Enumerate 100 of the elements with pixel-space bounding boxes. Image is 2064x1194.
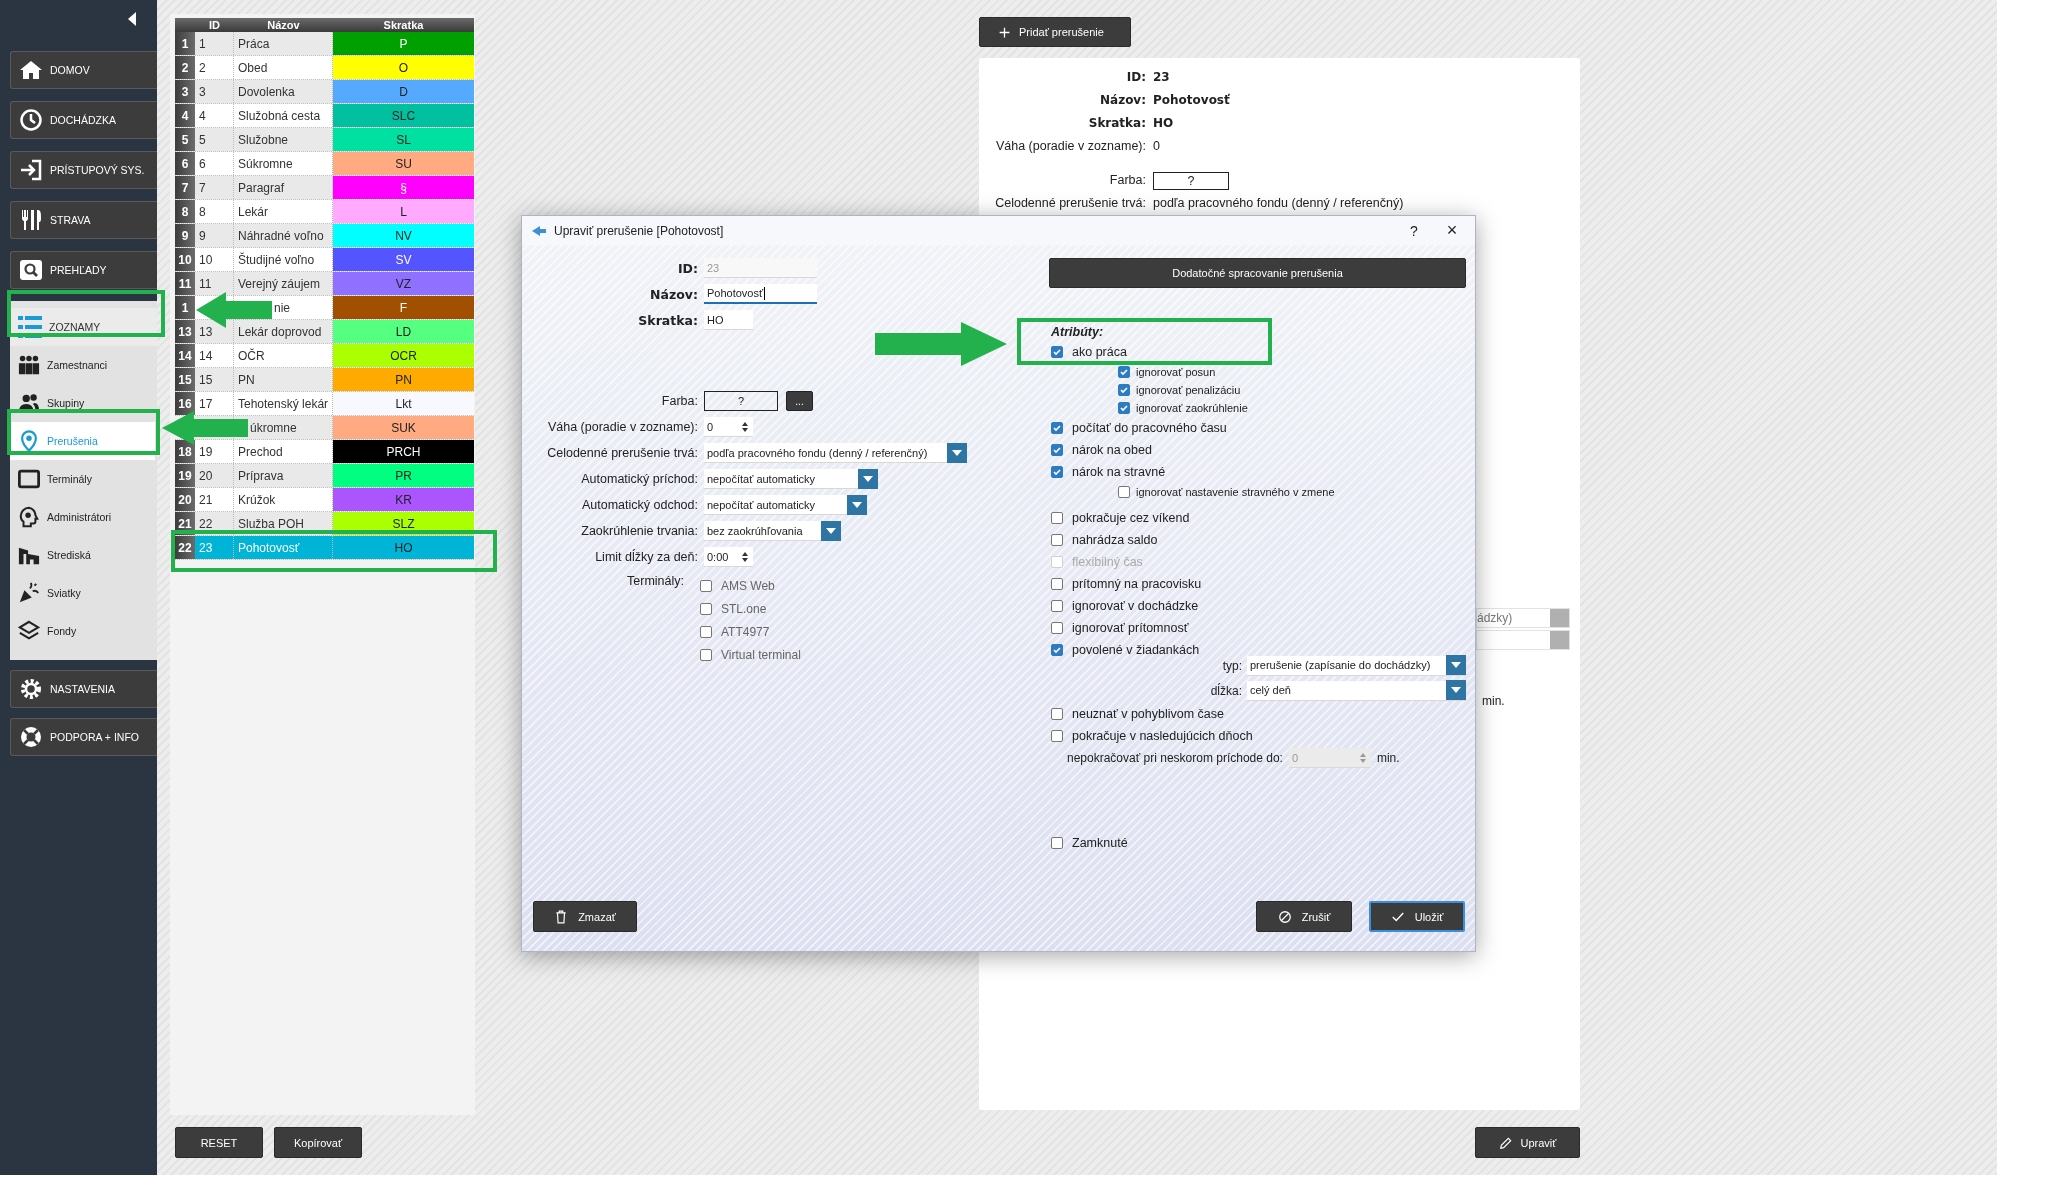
row-number: 15 <box>175 368 195 391</box>
dropdown-arrow-icon[interactable] <box>1451 662 1461 668</box>
checkbox[interactable] <box>1118 366 1130 378</box>
checkbox[interactable] <box>1051 600 1063 612</box>
text-field[interactable]: Pohotovosť <box>704 284 817 304</box>
spin-arrows-icon[interactable] <box>741 420 749 433</box>
action-button[interactable]: RESET <box>175 1127 263 1158</box>
code-cell: SUK <box>333 416 474 439</box>
checkbox[interactable] <box>1051 730 1063 742</box>
people-icon <box>18 354 40 376</box>
select-field[interactable]: prerušenie (zapísanie do dochádzky) <box>1247 655 1466 676</box>
select-field[interactable]: nepočítať automaticky <box>704 495 867 515</box>
color-swatch: ? <box>1153 171 1229 190</box>
dialog-button[interactable]: Zrušiť <box>1256 901 1352 932</box>
dropdown-arrow-icon[interactable] <box>826 527 836 534</box>
submenu-item[interactable]: Strediská <box>10 536 157 574</box>
help-button[interactable]: ? <box>1399 218 1429 243</box>
dialog-button[interactable]: Zmazať <box>533 901 637 932</box>
table-cell: 22 <box>199 516 213 531</box>
select-field[interactable]: podľa pracovného fondu (denný / referenčný) <box>704 443 967 463</box>
extra-button[interactable]: Dodatočné spracovanie prerušenia <box>1049 258 1466 288</box>
checkbox[interactable] <box>1051 466 1063 478</box>
dropdown-arrow-icon[interactable] <box>952 449 962 456</box>
action-button[interactable]: Kopírovať <box>274 1127 362 1158</box>
table-cell: 9 <box>199 228 206 243</box>
code-cell: HO <box>333 536 474 559</box>
plus-icon <box>998 25 1011 39</box>
column-header[interactable]: Názov <box>234 18 333 32</box>
checkbox[interactable] <box>1118 486 1130 498</box>
submenu-item[interactable]: Sviatky <box>10 574 157 612</box>
nav-button[interactable]: DOMOV <box>10 51 157 89</box>
nav-button[interactable]: STRAVA <box>10 201 157 239</box>
text-field[interactable]: HO <box>704 310 753 330</box>
unit-label: min. <box>1482 694 1506 708</box>
select-field[interactable]: bez zaokrúhľovania <box>704 521 841 541</box>
checkbox[interactable] <box>1051 444 1063 456</box>
dropdown-arrow-icon[interactable] <box>852 501 862 508</box>
checkbox-label: Zamknuté <box>1072 836 1128 850</box>
layers-icon <box>18 620 40 642</box>
table-cell: 23 <box>199 540 213 555</box>
submenu-item[interactable]: Zamestnanci <box>10 346 157 384</box>
checkbox[interactable] <box>1051 578 1063 590</box>
submenu-item[interactable]: Administrátori <box>10 498 157 536</box>
spin-field[interactable]: 0:00 <box>704 547 753 567</box>
row-number: 7 <box>175 176 195 199</box>
checkbox-label: STL.one <box>721 601 767 616</box>
table-cell: 8 <box>199 204 206 219</box>
dropdown-arrow-icon[interactable] <box>1451 687 1461 693</box>
checkbox-label: nahrádza saldo <box>1072 533 1158 547</box>
row-number: 1 <box>175 32 195 55</box>
table-cell[interactable]: Obed <box>238 60 268 75</box>
checkbox[interactable] <box>1051 708 1063 720</box>
table-cell[interactable]: OČR <box>238 348 265 363</box>
checkbox[interactable] <box>1051 346 1063 358</box>
table-cell: 20 <box>199 468 213 483</box>
code-cell: Lkt <box>333 392 474 415</box>
table-cell[interactable]: nie <box>274 300 290 315</box>
checkbox[interactable] <box>1051 837 1063 849</box>
close-button[interactable]: × <box>1437 218 1467 243</box>
add-button[interactable]: Pridať prerušenie <box>979 17 1131 47</box>
select-field[interactable]: celý deň <box>1247 680 1466 701</box>
row-number: 2 <box>175 56 195 79</box>
nav-button[interactable]: PODPORA + INFO <box>10 718 157 756</box>
dialog-button[interactable]: Uložiť <box>1369 901 1465 932</box>
submenu-item[interactable]: Skupiny <box>10 384 157 422</box>
checkbox[interactable] <box>1051 534 1063 546</box>
row-number: 3 <box>175 80 195 103</box>
color-field[interactable]: ? <box>704 391 778 411</box>
column-header[interactable]: Skratka <box>333 18 474 32</box>
submenu-item[interactable]: Terminály <box>10 460 157 498</box>
field-label: ID: <box>1125 69 1146 86</box>
field-label: Farba: <box>1108 172 1146 189</box>
checkbox[interactable] <box>1051 422 1063 434</box>
table-cell: 11 <box>199 276 212 291</box>
dropdown-arrow-icon[interactable] <box>863 475 873 482</box>
select-field[interactable] <box>1476 630 1570 650</box>
code-cell: LD <box>333 320 474 343</box>
nav-button[interactable]: PRÍSTUPOVÝ SYS. <box>10 151 157 189</box>
checkbox[interactable] <box>1118 402 1130 414</box>
table-cell[interactable]: PN <box>238 372 255 387</box>
nav-button[interactable]: NASTAVENIA <box>10 670 157 708</box>
checkbox[interactable] <box>1051 512 1063 524</box>
edit-button[interactable]: Upraviť <box>1475 1127 1580 1158</box>
checkbox[interactable] <box>1051 622 1063 634</box>
nav-button[interactable]: DOCHÁDZKA <box>10 101 157 139</box>
select-field[interactable]: nepočítať automaticky <box>704 469 878 489</box>
select-field[interactable]: ádzky) <box>1476 608 1570 628</box>
spin-arrows-icon[interactable] <box>741 550 749 563</box>
checkbox[interactable] <box>1051 644 1063 656</box>
field-label: Celodenné prerušenie trvá: <box>546 446 698 460</box>
table-cell: 7 <box>199 180 206 195</box>
nav-button[interactable]: PREHĽADY <box>10 251 157 289</box>
color-picker-button[interactable]: ... <box>786 391 813 411</box>
collapse-icon[interactable] <box>128 12 136 26</box>
column-header[interactable]: ID <box>195 18 234 32</box>
checkbox[interactable] <box>1118 384 1130 396</box>
spin-field[interactable]: 0 <box>704 417 753 437</box>
checkbox-label: ignorovať penalizáciu <box>1136 384 1241 396</box>
submenu-item[interactable]: Fondy <box>10 612 157 650</box>
code-cell: F <box>333 296 474 319</box>
